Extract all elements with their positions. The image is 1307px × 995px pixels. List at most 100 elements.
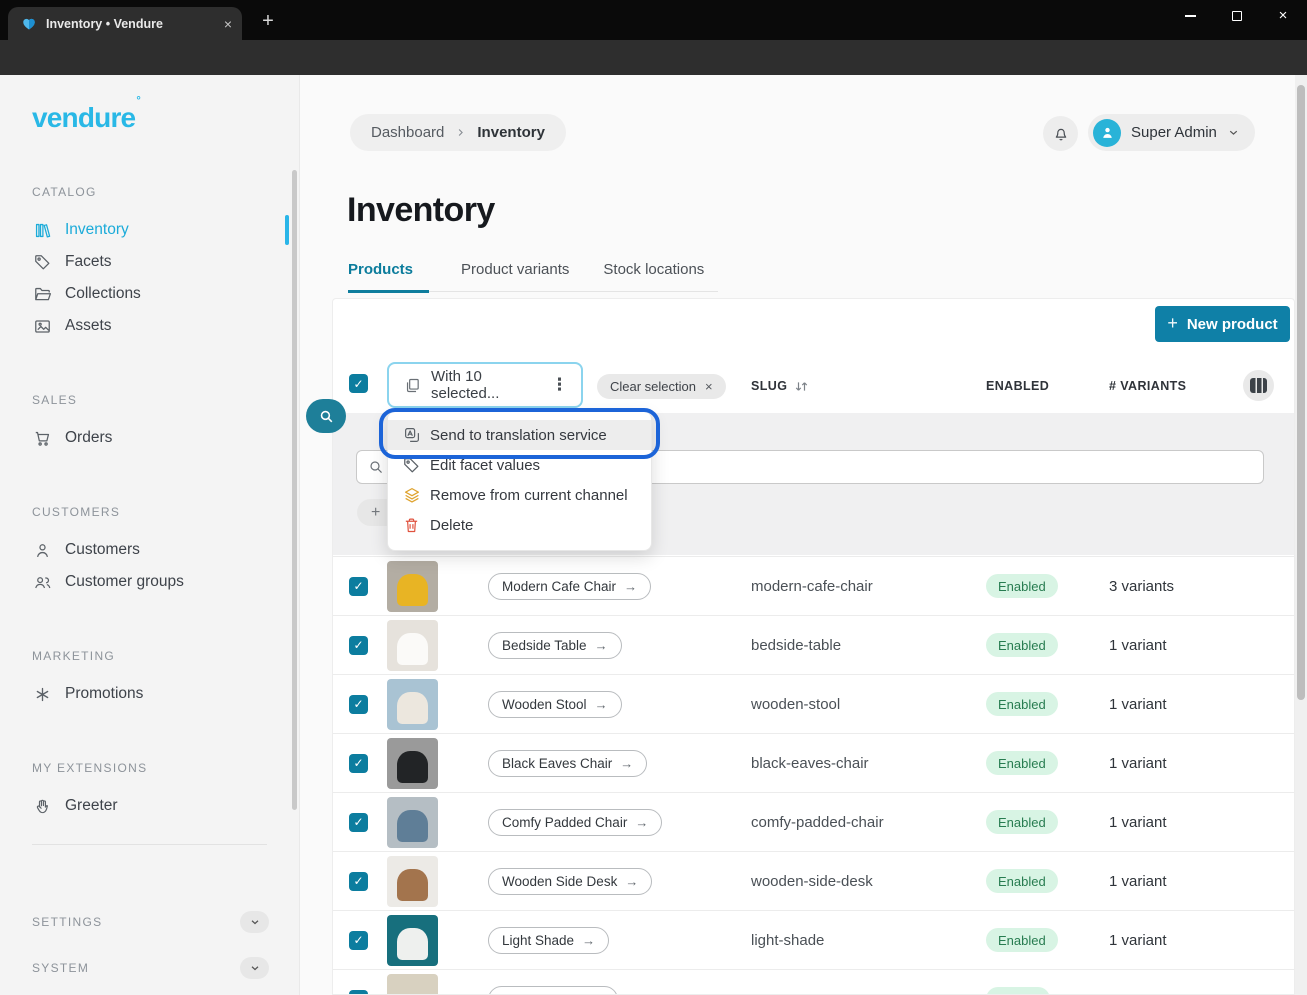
product-name-button[interactable]: Light Shade→ [488, 927, 609, 954]
product-name-button[interactable]: Bedside Table→ [488, 632, 622, 659]
menu-item-remove-from-current-channel[interactable]: Remove from current channel [388, 480, 651, 510]
breadcrumb-dashboard[interactable]: Dashboard [371, 124, 444, 141]
user-menu[interactable]: Super Admin [1088, 114, 1255, 151]
row-checkbox[interactable]: ✓ [349, 872, 368, 891]
cart-icon [33, 429, 52, 448]
window-close-button[interactable]: × [1260, 0, 1306, 31]
product-slug: wooden-stool [751, 696, 986, 713]
arrow-right-icon: → [582, 933, 595, 948]
product-thumbnail [387, 974, 438, 995]
chevron-down-icon[interactable] [240, 911, 269, 933]
select-all-checkbox[interactable]: ✓ [349, 374, 368, 393]
tab-product-variants[interactable]: Product variants [461, 261, 571, 291]
variant-count: 1 variant [1109, 932, 1294, 949]
scrollbar-thumb[interactable] [1297, 85, 1305, 700]
product-name-button[interactable]: Comfy Padded Chair→ [488, 809, 662, 836]
sort-icon[interactable] [794, 380, 809, 393]
variant-count: 1 variant [1109, 755, 1294, 772]
chevron-down-icon[interactable] [240, 957, 269, 979]
sidebar-item-inventory[interactable]: Inventory [0, 214, 299, 246]
page-scrollbar[interactable] [1295, 75, 1307, 995]
row-checkbox[interactable]: ✓ [349, 636, 368, 655]
window-maximize-button[interactable] [1214, 0, 1260, 31]
table-row: ✓ [333, 969, 1294, 995]
sidebar-item-facets[interactable]: Facets [0, 246, 299, 278]
product-thumbnail [387, 561, 438, 612]
sidebar-section-settings[interactable]: SETTINGS [0, 907, 299, 937]
product-slug: bedside-table [751, 637, 986, 654]
row-checkbox[interactable]: ✓ [349, 577, 368, 596]
notifications-button[interactable] [1043, 116, 1078, 151]
image-icon [33, 317, 52, 336]
vendure-logo[interactable]: vendure° [32, 102, 139, 134]
sidebar-item-promotions[interactable]: Promotions [0, 678, 299, 710]
vendure-heart-logo-icon [21, 16, 37, 32]
menu-item-delete[interactable]: Delete [388, 510, 651, 540]
tab-close-icon[interactable]: × [224, 17, 232, 31]
status-badge: Enabled [986, 751, 1058, 775]
browser-tab[interactable]: Inventory • Vendure × [8, 7, 242, 40]
product-name-button[interactable]: Wooden Side Desk→ [488, 868, 652, 895]
columns-icon [1250, 378, 1267, 393]
variant-count: 1 variant [1109, 873, 1294, 890]
sidebar-section-system[interactable]: SYSTEM [0, 953, 299, 983]
bell-icon [1052, 125, 1070, 143]
clear-selection-button[interactable]: Clear selection × [597, 374, 726, 399]
sidebar-item-greeter[interactable]: Greeter [0, 790, 299, 822]
page-title: Inventory [347, 191, 495, 230]
new-product-button[interactable]: + New product [1155, 306, 1290, 342]
sidebar-item-orders[interactable]: Orders [0, 422, 299, 454]
table-row: ✓ Bedside Table→ bedside-tableEnabled 1 var… [333, 615, 1294, 674]
product-name-button[interactable]: Wooden Stool→ [488, 691, 622, 718]
browser-tabbar: Inventory • Vendure × + × [0, 0, 1307, 40]
user-icon [33, 541, 52, 560]
menu-item-edit-facet-values[interactable]: Edit facet values [388, 450, 651, 480]
column-header-variants[interactable]: # VARIANTS [1109, 379, 1186, 393]
status-badge [986, 987, 1050, 995]
sidebar-nav: CATALOGInventoryFacetsCollectionsAssetsS… [0, 175, 299, 873]
sidebar-item-customers[interactable]: Customers [0, 534, 299, 566]
variant-count: 1 variant [1109, 696, 1294, 713]
sidebar-scrollbar[interactable] [292, 170, 297, 810]
arrow-right-icon: → [595, 697, 608, 712]
tag-icon [33, 253, 52, 272]
tab-products[interactable]: Products [348, 261, 429, 293]
products-card: + New product ✓ With 10 selected... ⋮ Cl… [332, 298, 1295, 995]
sidebar-item-customer-groups[interactable]: Customer groups [0, 566, 299, 598]
product-name-button[interactable] [488, 986, 618, 995]
row-checkbox[interactable]: ✓ [349, 813, 368, 832]
new-tab-button[interactable]: + [256, 9, 280, 33]
window-minimize-button[interactable] [1167, 0, 1213, 31]
column-header-enabled[interactable]: ENABLED [986, 379, 1049, 393]
row-checkbox[interactable]: ✓ [349, 754, 368, 773]
row-checkbox[interactable]: ✓ [349, 695, 368, 714]
status-badge: Enabled [986, 633, 1058, 657]
variant-count: 1 variant [1109, 637, 1294, 654]
kebab-menu-icon[interactable]: ⋮ [551, 375, 568, 395]
nav-section-label: MARKETING [32, 649, 299, 664]
product-table-body: ✓Modern Cafe Chair→modern-cafe-chairEnab… [333, 556, 1294, 995]
arrow-right-icon: → [635, 815, 648, 830]
nav-section-label: SALES [32, 393, 299, 408]
product-name-button[interactable]: Black Eaves Chair→ [488, 750, 647, 777]
sidebar-item-collections[interactable]: Collections [0, 278, 299, 310]
column-settings-button[interactable] [1243, 370, 1274, 401]
main-content: Dashboard Inventory Super Admin Inventor… [300, 75, 1307, 995]
row-checkbox[interactable]: ✓ [349, 931, 368, 950]
variant-count: 3 variants [1109, 578, 1294, 595]
menu-item-send-to-translation-service[interactable]: Send to translation service [388, 420, 651, 450]
bulk-actions-button[interactable]: With 10 selected... ⋮ [387, 362, 583, 408]
tab-title: Inventory • Vendure [46, 17, 215, 31]
sidebar-collapsed: SETTINGS SYSTEM [0, 876, 299, 983]
arrow-right-icon: → [625, 874, 638, 889]
product-name-button[interactable]: Modern Cafe Chair→ [488, 573, 651, 600]
sidebar-item-assets[interactable]: Assets [0, 310, 299, 342]
column-header-slug[interactable]: SLUG [751, 379, 809, 393]
breadcrumb-inventory[interactable]: Inventory [477, 124, 545, 141]
translate-icon [402, 426, 421, 444]
row-checkbox[interactable]: ✓ [349, 990, 368, 995]
tab-stock-locations[interactable]: Stock locations [603, 261, 706, 291]
breadcrumb[interactable]: Dashboard Inventory [350, 114, 566, 151]
product-slug: light-shade [751, 932, 986, 949]
status-badge: Enabled [986, 810, 1058, 834]
